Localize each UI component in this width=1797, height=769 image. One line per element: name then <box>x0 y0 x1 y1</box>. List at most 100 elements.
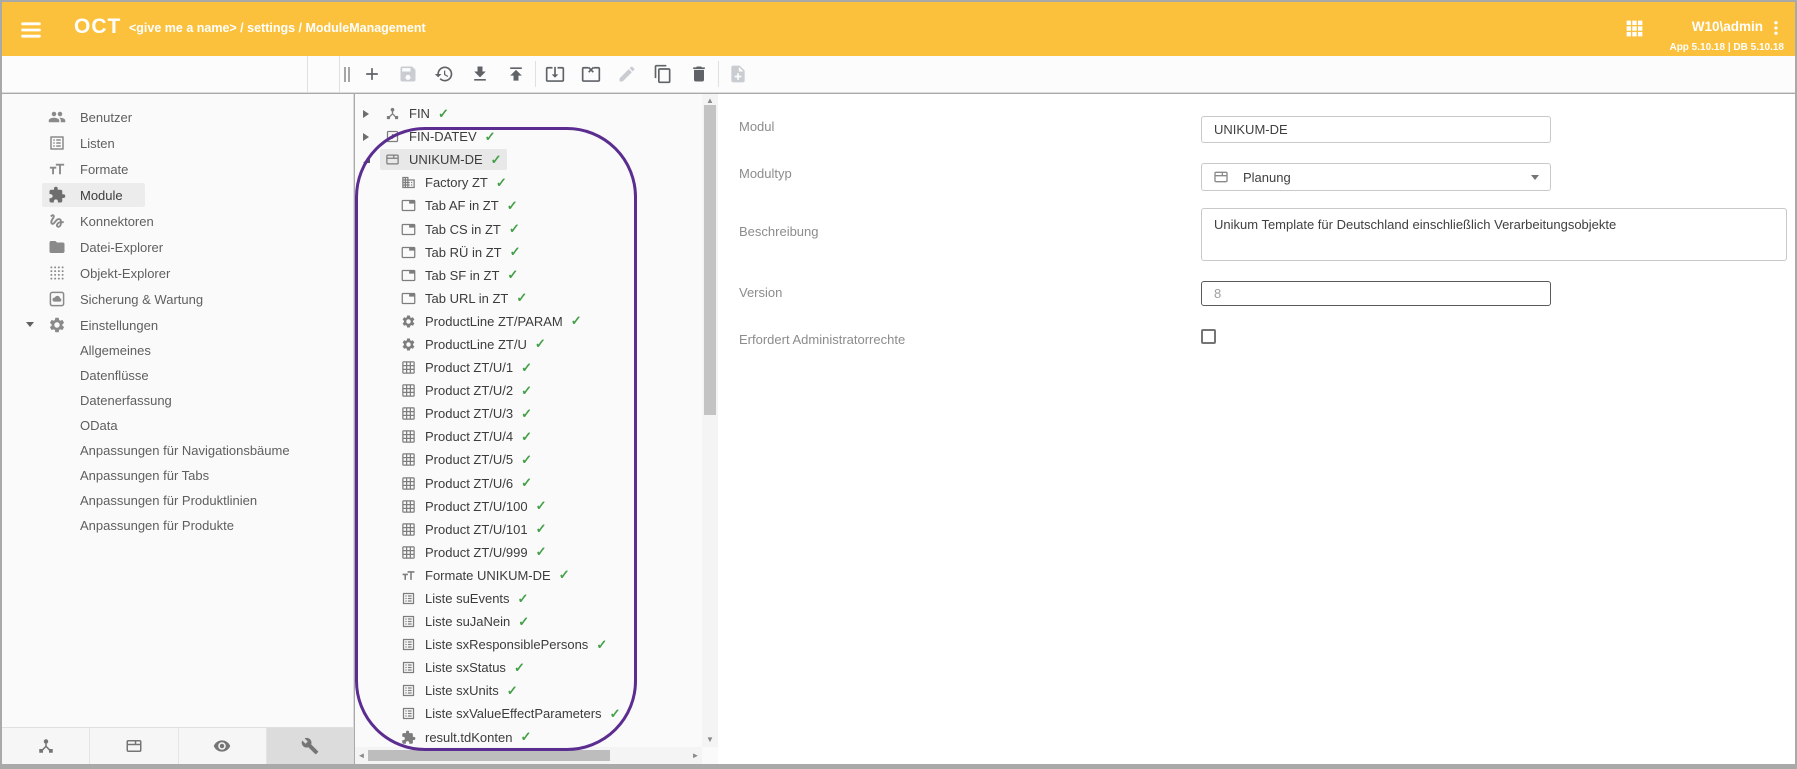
check-icon: ✓ <box>536 498 547 514</box>
modul-input[interactable] <box>1201 116 1551 143</box>
collapse-arrow-icon[interactable] <box>363 156 380 163</box>
tree-item[interactable]: UNIKUM-DE ✓ <box>355 148 702 171</box>
check-icon: ✓ <box>521 429 532 445</box>
vertical-scrollbar[interactable]: ▲ ▼ <box>702 94 718 747</box>
toolbar-button[interactable] <box>720 59 756 89</box>
tree-item[interactable]: Liste sxValueEffectParameters ✓ <box>355 702 702 725</box>
sidebar-subitem[interactable]: Allgemeines <box>2 338 353 363</box>
tree-item[interactable]: Product ZT/U/1 ✓ <box>355 356 702 379</box>
sidebar-subitem[interactable]: Datenflüsse <box>2 363 353 388</box>
sidebar-subitem[interactable]: Anpassungen für Produktlinien <box>2 488 353 513</box>
tree-item[interactable]: Product ZT/U/101 ✓ <box>355 518 702 541</box>
sidebar-tab[interactable] <box>267 728 354 764</box>
tree-item-label: Product ZT/U/100 <box>425 499 528 514</box>
sidebar-item[interactable]: Listen <box>2 130 353 156</box>
tree-item-label: Liste sxStatus <box>425 660 506 675</box>
tree-item[interactable]: FIN-DATEV ✓ <box>355 125 702 148</box>
toolbar-button[interactable] <box>354 59 390 89</box>
tree-item[interactable]: result.tdKonten ✓ <box>355 726 702 747</box>
toolbar-button[interactable] <box>390 59 426 89</box>
splitter-grip-icon[interactable] <box>344 67 350 82</box>
tree-item[interactable]: Formate UNIKUM-DE ✓ <box>355 564 702 587</box>
toolbar-button[interactable] <box>645 59 681 89</box>
beschreibung-textarea[interactable]: Unikum Template für Deutschland einschli… <box>1201 208 1787 261</box>
sidebar-tab[interactable] <box>179 728 267 764</box>
screen-import-icon <box>545 64 565 84</box>
sidebar-item[interactable]: Datei-Explorer <box>2 234 353 260</box>
sidebar-item[interactable]: Einstellungen <box>2 312 353 338</box>
apps-grid-icon[interactable] <box>1624 18 1645 39</box>
scroll-down-icon[interactable]: ▼ <box>702 733 718 747</box>
sidebar-tab[interactable] <box>90 728 178 764</box>
admin-rights-checkbox[interactable] <box>1201 329 1216 344</box>
tree-item[interactable]: Tab RÜ in ZT ✓ <box>355 241 702 264</box>
sidebar-item[interactable]: Formate <box>2 156 353 182</box>
tree-item[interactable]: Liste sxUnits ✓ <box>355 679 702 702</box>
hamburger-icon[interactable] <box>18 17 44 43</box>
tree-item[interactable]: ProductLine ZT/PARAM ✓ <box>355 310 702 333</box>
tree-item[interactable]: Liste sxResponsiblePersons ✓ <box>355 633 702 656</box>
user-menu[interactable]: W10\admin <box>1692 19 1763 34</box>
tree-item[interactable]: Tab URL in ZT ✓ <box>355 287 702 310</box>
tree-item[interactable]: Tab AF in ZT ✓ <box>355 194 702 217</box>
tree-item-content: UNIKUM-DE ✓ <box>380 149 507 170</box>
tree-item[interactable]: Product ZT/U/4 ✓ <box>355 425 702 448</box>
kebab-menu-icon[interactable] <box>1767 17 1785 39</box>
sidebar-subitem[interactable]: OData <box>2 413 353 438</box>
tree-item-content: result.tdKonten ✓ <box>396 727 536 747</box>
tree-item[interactable]: FIN ✓ <box>355 102 702 125</box>
sidebar-tab-bar <box>2 727 354 764</box>
version-input[interactable] <box>1201 281 1551 306</box>
check-icon: ✓ <box>596 637 607 653</box>
expand-arrow-icon[interactable] <box>363 133 380 141</box>
tree-item[interactable]: Tab SF in ZT ✓ <box>355 264 702 287</box>
horizontal-scrollbar[interactable]: ◄ ► <box>355 747 702 764</box>
sidebar-item[interactable]: Sicherung & Wartung <box>2 286 353 312</box>
toolbar-button[interactable] <box>609 59 645 89</box>
toolbar-button[interactable] <box>573 59 609 89</box>
tree-item[interactable]: Product ZT/U/3 ✓ <box>355 402 702 425</box>
tree-item[interactable]: Factory ZT ✓ <box>355 171 702 194</box>
toolbar-button[interactable] <box>537 59 573 89</box>
tree-item[interactable]: Liste suJaNein ✓ <box>355 610 702 633</box>
tree-item[interactable]: Tab CS in ZT ✓ <box>355 217 702 240</box>
scroll-right-icon[interactable]: ► <box>689 747 702 764</box>
tab-icon <box>401 222 416 237</box>
sidebar-item[interactable]: Benutzer <box>2 104 353 130</box>
sidebar-subitem[interactable]: Anpassungen für Tabs <box>2 463 353 488</box>
tree-item[interactable]: Product ZT/U/5 ✓ <box>355 448 702 471</box>
toolbar-button[interactable] <box>426 59 462 89</box>
sidebar-item[interactable]: Konnektoren <box>2 208 353 234</box>
sidebar-subitem[interactable]: Datenerfassung <box>2 388 353 413</box>
tree-item[interactable]: Product ZT/U/2 ✓ <box>355 379 702 402</box>
tree-item[interactable]: Liste suEvents ✓ <box>355 587 702 610</box>
tree-item[interactable]: Liste sxStatus ✓ <box>355 656 702 679</box>
modultyp-select[interactable]: Planung <box>1201 163 1551 191</box>
sidebar-subitem[interactable]: Anpassungen für Navigationsbäume <box>2 438 353 463</box>
sidebar-item-content: Konnektoren <box>42 209 176 233</box>
sidebar-subitem-label: Anpassungen für Produktlinien <box>80 493 257 508</box>
restore-icon <box>434 64 454 84</box>
sidebar-item-label: Objekt-Explorer <box>80 266 170 281</box>
scroll-left-icon[interactable]: ◄ <box>355 747 368 764</box>
sidebar-subitem-label: Anpassungen für Navigationsbäume <box>80 443 290 458</box>
tree-item-content: Product ZT/U/2 ✓ <box>396 380 537 401</box>
expand-arrow-icon[interactable] <box>363 110 380 118</box>
toolbar-button[interactable] <box>462 59 498 89</box>
sidebar-tab[interactable] <box>2 728 90 764</box>
check-icon: ✓ <box>535 336 546 352</box>
vertical-scroll-thumb[interactable] <box>704 105 716 415</box>
horizontal-scroll-thumb[interactable] <box>368 750 610 761</box>
tree-item[interactable]: Product ZT/U/100 ✓ <box>355 495 702 518</box>
sidebar-item[interactable]: Objekt-Explorer <box>2 260 353 286</box>
toolbar-button[interactable] <box>498 59 534 89</box>
chevron-down-icon[interactable] <box>26 322 34 327</box>
sidebar-subitem[interactable]: Anpassungen für Produkte <box>2 513 353 538</box>
toolbar-button[interactable] <box>681 59 717 89</box>
tree-item[interactable]: Product ZT/U/999 ✓ <box>355 541 702 564</box>
connector-icon <box>48 212 66 230</box>
sidebar-item-label: Listen <box>80 136 115 151</box>
sidebar-item[interactable]: Module <box>2 182 353 208</box>
tree-item[interactable]: Product ZT/U/6 ✓ <box>355 472 702 495</box>
tree-item[interactable]: ProductLine ZT/U ✓ <box>355 333 702 356</box>
